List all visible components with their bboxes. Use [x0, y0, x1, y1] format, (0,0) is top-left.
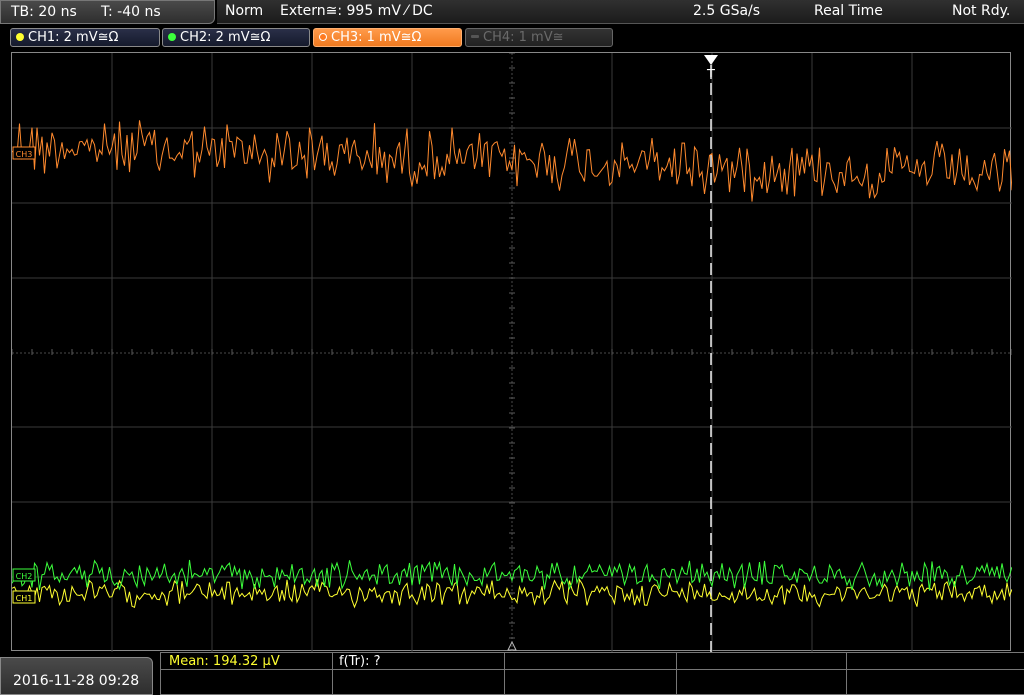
measurement-cell-6[interactable] [160, 670, 332, 695]
datetime-label: 2016-11-28 09:28 [13, 673, 140, 689]
timebase-box[interactable]: TB: 20 ns T: -40 ns [0, 0, 215, 24]
measurement-cell-4[interactable] [676, 652, 846, 670]
tab-ch1[interactable]: CH1: 2 mV≅Ω [10, 28, 160, 47]
tab-ch3[interactable]: CH3: 1 mV≅Ω [313, 28, 462, 47]
ch3-label: CH3: 1 mV≅Ω [331, 30, 422, 45]
sample-rate-label: 2.5 GSa/s [693, 3, 761, 19]
trigger-source-label[interactable]: Extern≅: 995 mV ⁄ DC [280, 3, 433, 19]
ch1-dot-icon [16, 33, 24, 41]
top-status-bar: TB: 20 ns T: -40 ns Norm Extern≅: 995 mV… [0, 0, 1024, 26]
measurement-panel: Mean: 194.32 µV f(Tr): ? [160, 652, 1024, 695]
measurement-cell-10[interactable] [846, 670, 1024, 695]
trigger-position-icon[interactable] [704, 55, 718, 65]
ch4-dash-icon [471, 35, 479, 38]
trigger-state-label: Not Rdy. [952, 3, 1011, 19]
datetime-box: 2016-11-28 09:28 [0, 657, 153, 695]
ch2-offset-marker[interactable]: CH2 [12, 568, 36, 582]
tab-ch4[interactable]: CH4: 1 mV≅ [465, 28, 613, 47]
acquisition-status-strip: Norm Extern≅: 995 mV ⁄ DC 2.5 GSa/s Real… [217, 0, 1024, 24]
ch1-marker-label: CH1 [16, 594, 33, 603]
ch3-dot-icon [319, 33, 327, 41]
ch2-label: CH2: 2 mV≅Ω [180, 30, 271, 45]
ch2-marker-label: CH2 [16, 572, 33, 581]
ch3-offset-marker[interactable]: CH3 [12, 146, 36, 160]
trigger-offset-label: T: -40 ns [101, 4, 161, 20]
measurement-cell-3[interactable] [504, 652, 676, 670]
tab-ch2[interactable]: CH2: 2 mV≅Ω [162, 28, 310, 47]
acquisition-mode-label: Real Time [814, 3, 883, 19]
measurement-cell-9[interactable] [676, 670, 846, 695]
ch1-label: CH1: 2 mV≅Ω [28, 30, 119, 45]
measurement-cell-8[interactable] [504, 670, 676, 695]
ftr-measurement: f(Tr): ? [339, 654, 381, 669]
trigger-marker-label: T [706, 68, 715, 83]
ch3-marker-label: CH3 [16, 150, 33, 159]
mean-measurement: Mean: 194.32 µV [169, 654, 280, 669]
measurement-cell-ftr[interactable]: f(Tr): ? [332, 652, 504, 670]
waveform-canvas: T CH3 CH2 CH1 [12, 53, 1012, 652]
timebase-label: TB: 20 ns [11, 4, 77, 20]
measurement-cell-mean[interactable]: Mean: 194.32 µV [160, 652, 332, 670]
trigger-mode-label[interactable]: Norm [225, 3, 263, 19]
ch1-offset-marker[interactable]: CH1 [12, 590, 36, 604]
waveform-display[interactable]: T CH3 CH2 CH1 [11, 52, 1012, 652]
ch4-label: CH4: 1 mV≅ [483, 30, 564, 45]
ch2-dot-icon [168, 33, 176, 41]
measurement-cell-7[interactable] [332, 670, 504, 695]
measurement-cell-5[interactable] [846, 652, 1024, 670]
